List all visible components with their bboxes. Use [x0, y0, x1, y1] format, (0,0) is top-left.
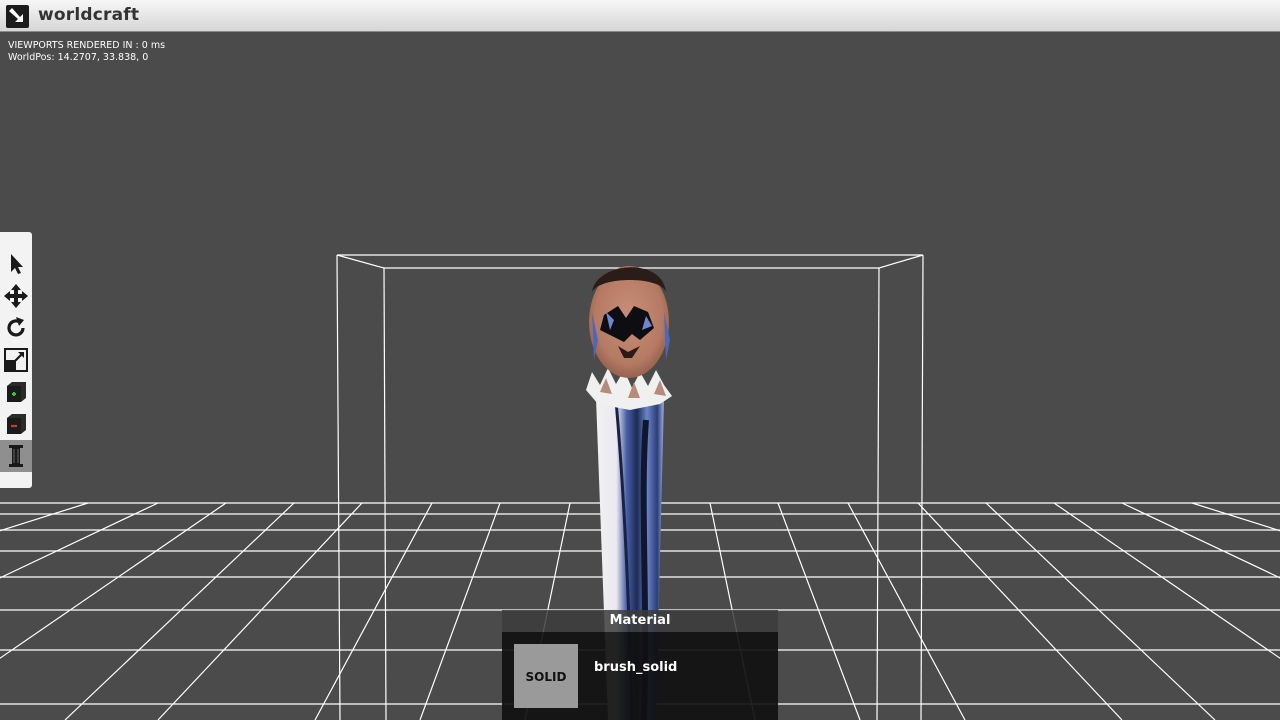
scale-tool-button[interactable] [0, 344, 32, 376]
cube-minus-icon [7, 414, 26, 434]
subtract-brush-tool-button[interactable] [0, 408, 32, 440]
pillar-tool-button[interactable] [0, 440, 32, 472]
viewport-stats: VIEWPORTS RENDERED IN : 0 ms WorldPos: 1… [8, 40, 165, 64]
scale-icon [4, 348, 28, 372]
add-brush-tool-button[interactable] [0, 376, 32, 408]
material-panel: Material SOLID brush_solid [502, 610, 778, 720]
rotate-icon [7, 317, 25, 337]
move-arrows-icon [4, 284, 28, 308]
title-bar: worldcraft [0, 0, 1280, 32]
rotate-tool-button[interactable] [0, 312, 32, 344]
worldcraft-logo-icon [6, 5, 29, 28]
material-swatch-label: SOLID [525, 670, 567, 684]
move-tool-button[interactable] [0, 280, 32, 312]
world-position-text: WorldPos: 14.2707, 33.838, 0 [8, 52, 149, 63]
tool-palette [0, 232, 32, 488]
material-panel-body: SOLID brush_solid [502, 632, 778, 720]
render-time-text: VIEWPORTS RENDERED IN : 0 ms [8, 40, 166, 51]
pillar-icon [9, 445, 23, 467]
select-tool-button[interactable] [0, 248, 32, 280]
material-panel-title: Material [502, 610, 778, 632]
cube-plus-icon [7, 382, 26, 402]
cursor-arrow-icon [11, 254, 23, 274]
material-name: brush_solid [594, 660, 678, 675]
material-swatch-button[interactable]: SOLID [514, 644, 578, 708]
app-title: worldcraft [38, 5, 140, 25]
